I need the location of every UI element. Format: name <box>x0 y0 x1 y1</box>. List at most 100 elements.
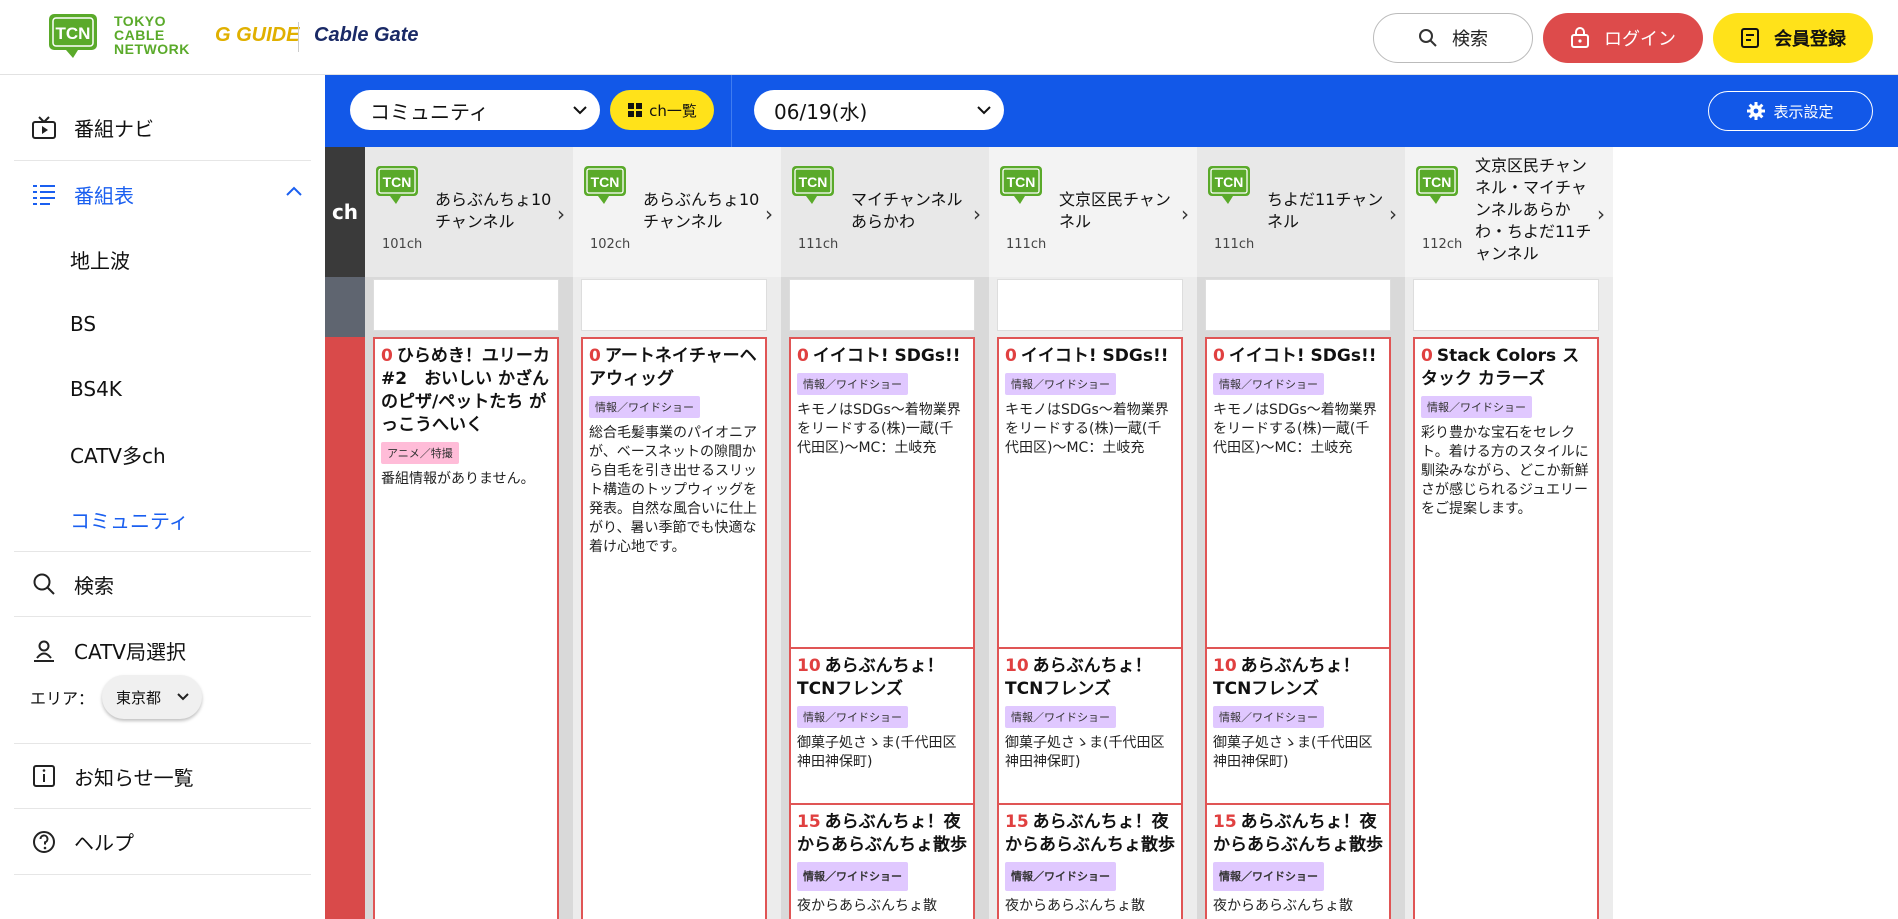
svg-text:TCN: TCN <box>1007 174 1036 190</box>
channel-header[interactable]: TCN あらぶんちょ10チャンネル 102ch › <box>573 147 781 277</box>
channel-column: 0 イイコト! SDGs!! 情報／ワイドショー キモノはSDGs～着物業界をリー… <box>1197 277 1405 919</box>
nav-search[interactable]: 検索 <box>14 551 311 617</box>
nav-sub-bs[interactable]: BS <box>70 304 96 344</box>
area-select[interactable]: 東京都 <box>102 675 203 719</box>
program-minute: 0 <box>1005 346 1017 366</box>
gguide-logo[interactable]: G GUIDE <box>215 24 299 47</box>
genre-select[interactable]: コミュニティ <box>350 90 600 130</box>
header-search-button[interactable]: 検索 <box>1373 13 1533 63</box>
chevron-right-icon: › <box>1181 202 1189 226</box>
channel-column: 0 Stack Colors スタック カラーズ 情報／ワイドショー 彩り豊かな宝… <box>1405 277 1613 919</box>
nav-program-navi[interactable]: 番組ナビ <box>14 95 311 161</box>
program-title-text: あらぶんちょ！夜からあらぶんちょ散歩 <box>797 812 967 855</box>
grid-icon <box>628 103 643 117</box>
program-description: キモノはSDGs～着物業界をリードする(株)一蔵(千代田区)～MC：土岐充 <box>797 402 961 456</box>
tv-icon <box>30 114 58 142</box>
channel-header[interactable]: TCN マイチャンネルあらかわ 111ch › <box>781 147 989 277</box>
program-title: 15 あらぶんちょ！夜からあらぶんちょ散歩 情報／ワイドショー <box>797 811 967 897</box>
cable-gate-logo[interactable]: Cable Gate <box>314 24 418 47</box>
logo-divider <box>298 22 299 52</box>
svg-text:TCN: TCN <box>1423 174 1452 190</box>
genre-tag: 情報／ワイドショー <box>1421 396 1532 418</box>
genre-tag: 情報／ワイドショー <box>1213 373 1324 395</box>
nav-help[interactable]: ヘルプ <box>14 809 311 875</box>
chevron-up-icon[interactable] <box>285 185 303 197</box>
nav-news[interactable]: お知らせ一覧 <box>14 743 311 809</box>
program-description: 御菓子処さゝま(千代田区神田神保町) <box>797 735 957 770</box>
program-title: 10 あらぶんちょ！TCNフレンズ <box>1005 655 1175 701</box>
channel-name: ちよだ11チャンネル <box>1267 190 1384 231</box>
schedule-toolbar: コミュニティ ch一覧 06/19(水) 表示設定 <box>325 75 1898 147</box>
chevron-right-icon: › <box>1389 202 1397 226</box>
program-cell[interactable]: 15 あらぶんちょ！夜からあらぶんちょ散歩 情報／ワイドショー 夜からあらぶんちょ… <box>997 803 1183 919</box>
tcn-channel-logo-icon: TCN <box>1000 166 1042 204</box>
previous-program-slot[interactable] <box>789 279 975 331</box>
program-cell[interactable]: 0 イイコト! SDGs!! 情報／ワイドショー キモノはSDGs～着物業界をリー… <box>997 337 1183 649</box>
previous-program-slot[interactable] <box>1413 279 1599 331</box>
tcn-logo-text[interactable]: TOKYO CABLE NETWORK <box>114 14 190 56</box>
chevron-right-icon: › <box>765 202 773 226</box>
program-cell[interactable]: 0 Stack Colors スタック カラーズ 情報／ワイドショー 彩り豊かな宝… <box>1413 337 1599 919</box>
chevron-right-icon: › <box>1597 202 1605 226</box>
previous-program-slot[interactable] <box>373 279 559 331</box>
program-cell[interactable]: 0 イイコト! SDGs!! 情報／ワイドショー キモノはSDGs～着物業界をリー… <box>1205 337 1391 649</box>
previous-program-slot[interactable] <box>581 279 767 331</box>
tcn-channel-logo-icon: TCN <box>792 166 834 204</box>
program-cell[interactable]: 0 アートネイチャーヘアウィッグ 情報／ワイドショー 総合毛髪事業のパイオニアが、… <box>581 337 767 919</box>
chevron-down-icon <box>977 106 991 115</box>
program-title-text: Stack Colors スタック カラーズ <box>1421 346 1580 389</box>
svg-text:TCN: TCN <box>56 24 91 43</box>
toolbar-divider <box>731 75 732 147</box>
previous-program-slot[interactable] <box>997 279 1183 331</box>
channel-column: 0 イイコト! SDGs!! 情報／ワイドショー キモノはSDGs～着物業界をリー… <box>989 277 1197 919</box>
genre-tag: 情報／ワイドショー <box>797 862 908 891</box>
chevron-down-icon <box>177 693 189 701</box>
tcn-logo-icon[interactable]: TCN <box>48 13 98 59</box>
program-cell[interactable]: 0 ひらめき！ユリーカ#2 おいしい かざんのピザ/ペットたち がっこうへいく ア… <box>373 337 559 919</box>
previous-program-slot[interactable] <box>1205 279 1391 331</box>
program-cell[interactable]: 10 あらぶんちょ！TCNフレンズ 情報／ワイドショー 御菓子処さゝま(千代田区神… <box>1205 647 1391 805</box>
nav-label: CATV局選択 <box>74 639 186 664</box>
date-select[interactable]: 06/19(水) <box>754 90 1004 130</box>
channel-list-button[interactable]: ch一覧 <box>610 90 714 130</box>
display-settings-button[interactable]: 表示設定 <box>1708 91 1873 131</box>
tcn-channel-logo-icon: TCN <box>584 166 626 204</box>
nav-catv-select[interactable]: CATV局選択 <box>14 617 311 683</box>
nav-label: 番組ナビ <box>74 117 154 141</box>
nav-sub-terrestrial[interactable]: 地上波 <box>70 239 130 279</box>
area-row: エリア： 東京都 <box>30 675 203 719</box>
channel-number: 111ch <box>798 237 839 252</box>
program-cell[interactable]: 10 あらぶんちょ！TCNフレンズ 情報／ワイドショー 御菓子処さゝま(千代田区神… <box>789 647 975 805</box>
genre-tag: 情報／ワイドショー <box>589 396 700 418</box>
nav-sub-catv[interactable]: CATV多ch <box>70 434 166 474</box>
nav-sub-community[interactable]: コミュニティ <box>70 499 189 539</box>
program-description: 夜からあらぶんちょ散 <box>1213 898 1353 914</box>
nav-label: 検索 <box>74 573 114 598</box>
channel-header[interactable]: TCN 文京区民チャンネル・マイチャンネルあらかわ・ちよだ11チャンネル 112… <box>1405 147 1613 277</box>
program-cell[interactable]: 15 あらぶんちょ！夜からあらぶんちょ散歩 情報／ワイドショー 夜からあらぶんちょ… <box>1205 803 1391 919</box>
program-cell[interactable]: 10 あらぶんちょ！TCNフレンズ 情報／ワイドショー 御菓子処さゝま(千代田区神… <box>997 647 1183 805</box>
program-description: 夜からあらぶんちょ散 <box>797 898 937 914</box>
program-description: 夜からあらぶんちょ散 <box>1005 898 1145 914</box>
program-title-text: イイコト! SDGs!! <box>1020 346 1169 366</box>
svg-text:TCN: TCN <box>1215 174 1244 190</box>
program-cell[interactable]: 15 あらぶんちょ！夜からあらぶんちょ散歩 情報／ワイドショー 夜からあらぶんちょ… <box>789 803 975 919</box>
program-description: キモノはSDGs～着物業界をリードする(株)一蔵(千代田区)～MC：土岐充 <box>1005 402 1169 456</box>
genre-tag: 情報／ワイドショー <box>1005 862 1116 891</box>
channel-header[interactable]: TCN 文京区民チャンネル 111ch › <box>989 147 1197 277</box>
channel-header[interactable]: TCN あらぶんちょ10チャンネル 101ch › <box>365 147 573 277</box>
login-button[interactable]: ログイン <box>1543 13 1703 63</box>
nav-sub-bs4k[interactable]: BS4K <box>70 369 122 409</box>
channel-header[interactable]: TCN ちよだ11チャンネル 111ch › <box>1197 147 1405 277</box>
register-button[interactable]: 会員登録 <box>1713 13 1873 63</box>
program-cell[interactable]: 0 イイコト! SDGs!! 情報／ワイドショー キモノはSDGs～着物業界をリー… <box>789 337 975 649</box>
nav-program-schedule[interactable]: 番組表 <box>14 161 311 227</box>
genre-tag: 情報／ワイドショー <box>797 706 908 728</box>
program-minute: 0 <box>1213 346 1225 366</box>
program-minute: 15 <box>1213 812 1237 832</box>
chevron-right-icon: › <box>973 202 981 226</box>
nav-label: ヘルプ <box>74 831 134 855</box>
display-settings-label: 表示設定 <box>1773 102 1834 121</box>
genre-value: コミュニティ <box>370 99 489 124</box>
program-title: 0 ひらめき！ユリーカ#2 おいしい かざんのピザ/ペットたち がっこうへいく <box>381 345 551 437</box>
